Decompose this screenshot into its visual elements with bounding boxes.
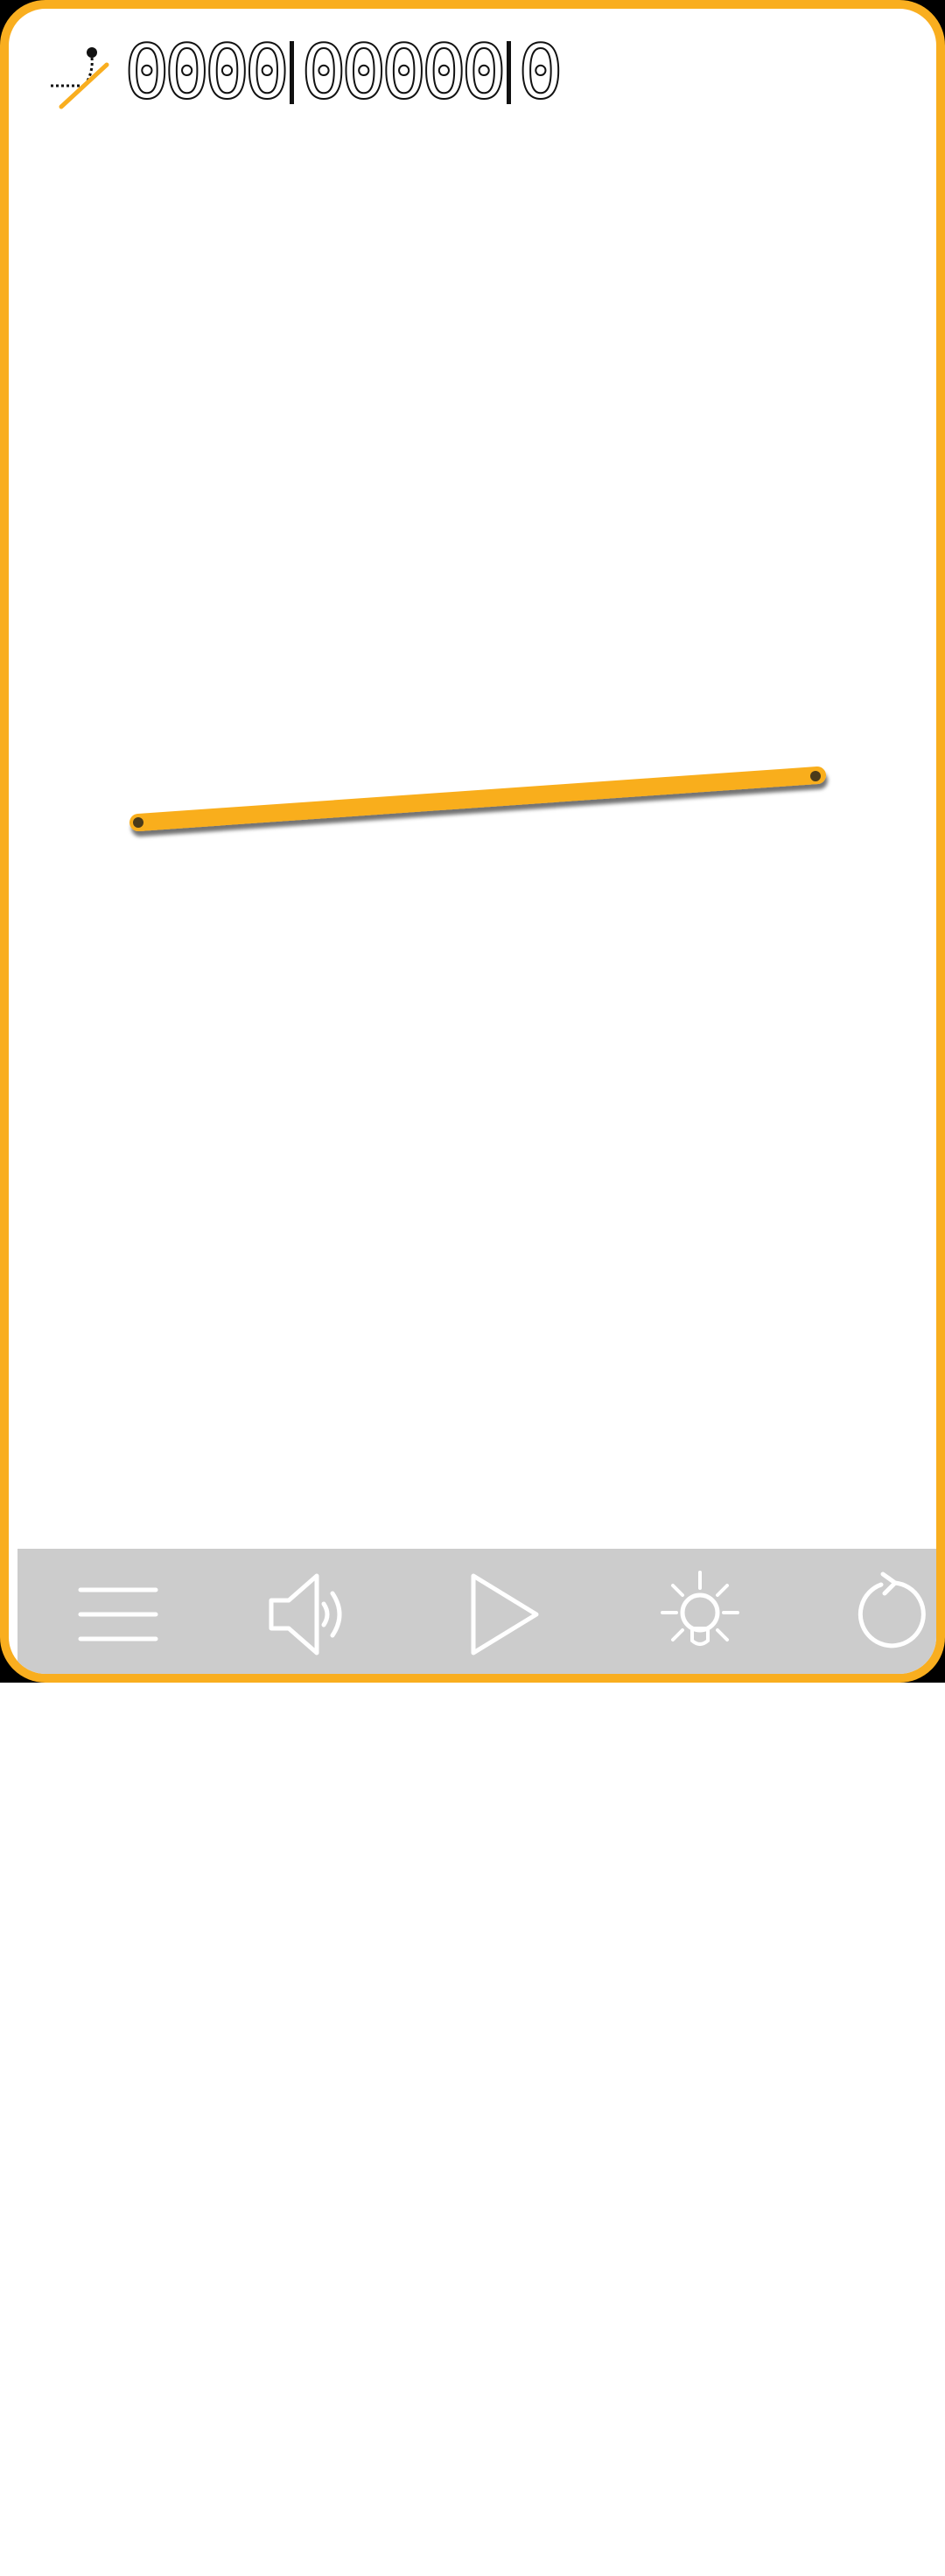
tilted-plank[interactable] xyxy=(130,766,826,831)
play-button[interactable] xyxy=(459,1571,556,1658)
speaker-icon xyxy=(269,1573,342,1656)
game-stage xyxy=(130,766,844,1365)
lightbulb-icon xyxy=(661,1571,739,1646)
play-icon xyxy=(471,1573,539,1656)
plank-pivot-left xyxy=(133,817,144,828)
game-frame: 0 0 0 0 0 0 0 0 0 0 xyxy=(0,0,945,1683)
hamburger-menu-icon xyxy=(78,1587,158,1642)
hint-button[interactable] xyxy=(652,1571,748,1658)
restart-icon xyxy=(858,1572,926,1648)
plank-pivot-right xyxy=(810,771,821,781)
toolbar xyxy=(18,1549,936,1674)
sound-button[interactable] xyxy=(262,1571,359,1658)
menu-button[interactable] xyxy=(70,1571,166,1658)
restart-button[interactable] xyxy=(844,1571,936,1658)
